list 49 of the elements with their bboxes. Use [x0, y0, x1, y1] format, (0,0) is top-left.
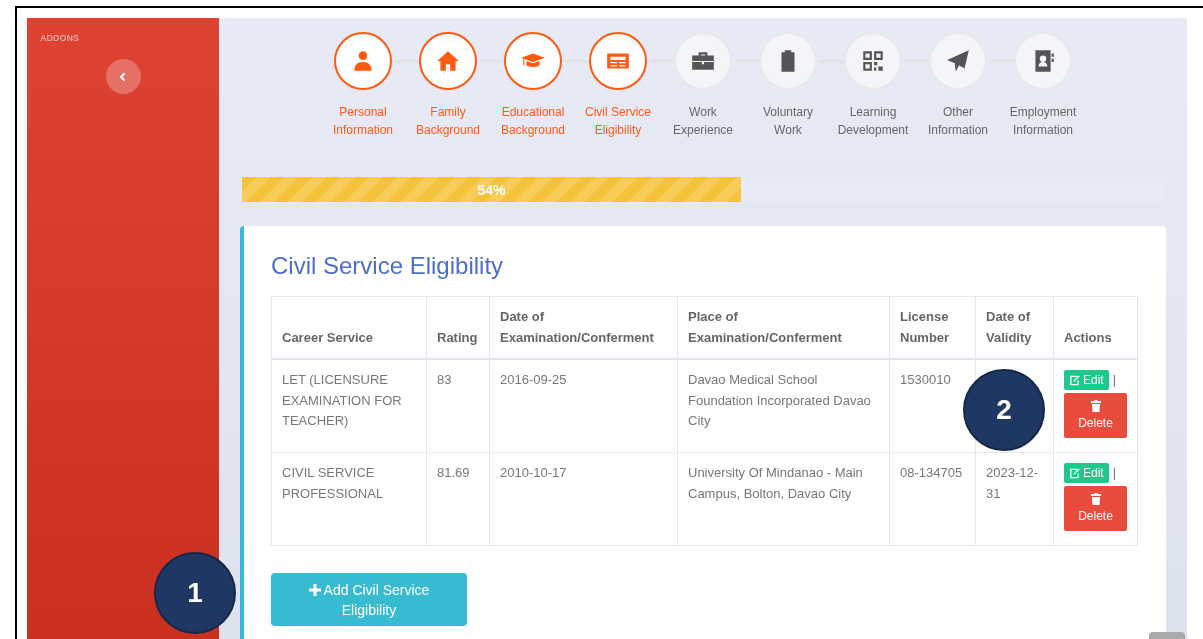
table-cell: 2016-09-25 — [489, 359, 678, 453]
edit-button[interactable]: Edit — [1064, 463, 1109, 484]
qr-code-icon — [860, 48, 886, 74]
edit-icon — [1069, 374, 1080, 386]
separator: | — [1112, 464, 1117, 482]
progress-fill: 54% — [242, 177, 741, 202]
table-cell: CIVIL SERVICE PROFESSIONAL — [271, 452, 427, 546]
edit-icon — [1069, 467, 1080, 479]
step-circle[interactable] — [334, 32, 392, 90]
plus-icon — [308, 583, 321, 596]
table-cell: University Of Mindanao - Main Campus, Bolton, Davao City — [677, 452, 890, 546]
step-label[interactable]: Personal Information — [333, 103, 393, 139]
scrollbar-thumb[interactable] — [1149, 632, 1185, 639]
table-cell: 81.69 — [426, 452, 490, 546]
sidebar-heading: ADDONS — [40, 33, 79, 43]
delete-button[interactable]: Delete — [1064, 392, 1127, 438]
column-header: License Number — [889, 296, 976, 359]
step-label[interactable]: Educational Background — [500, 103, 565, 139]
column-header: Date of Examination/Conferment — [489, 296, 678, 359]
step-label[interactable]: Voluntary Work — [762, 103, 813, 139]
table-cell: Davao Medical School Foundation Incorporated Davao City — [677, 359, 890, 453]
column-header: Date of Validity — [975, 296, 1054, 359]
add-button[interactable]: Add Civil Service Eligibility — [271, 573, 467, 626]
table-cell: 2023-12-31 — [975, 452, 1054, 546]
step-circle[interactable] — [589, 32, 647, 90]
table-cell: 08-134705 — [889, 452, 976, 546]
step-label[interactable]: Civil Service Eligibility — [585, 103, 651, 139]
step-label[interactable]: Employment Information — [1009, 103, 1077, 139]
step-label[interactable]: Work Experience — [672, 103, 733, 139]
step-circle[interactable] — [504, 32, 562, 90]
column-header: Career Service — [271, 296, 427, 359]
step-label[interactable]: Learning Development — [837, 103, 909, 139]
step-label[interactable]: Family Background — [415, 103, 480, 139]
table-cell: 2010-10-17 — [489, 452, 678, 546]
collapse-button[interactable] — [105, 59, 141, 94]
chevron-left-icon — [118, 71, 128, 82]
step-label[interactable]: Other Information — [928, 103, 988, 139]
separator: | — [1112, 371, 1117, 389]
table-cell: 83 — [426, 359, 490, 453]
delete-button[interactable]: Delete — [1064, 485, 1127, 531]
section-title: Civil Service Eligibility — [271, 252, 505, 280]
column-header: Place of Examination/Conferment — [677, 296, 890, 359]
column-header: Rating — [426, 296, 490, 359]
table-cell: LET (LICENSURE EXAMINATION FOR TEACHER) — [271, 359, 427, 453]
column-header: Actions — [1053, 296, 1138, 359]
trash-icon — [1090, 493, 1101, 505]
edit-button[interactable]: Edit — [1064, 370, 1109, 391]
step-circle[interactable] — [419, 32, 477, 90]
trash-icon — [1090, 400, 1101, 412]
